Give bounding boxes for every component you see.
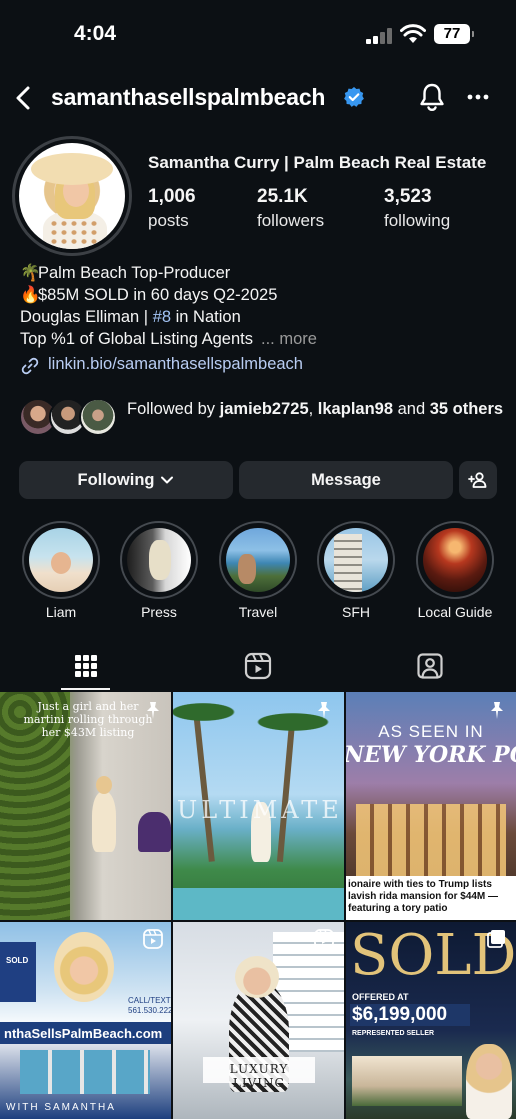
battery-indicator: 77	[434, 24, 474, 44]
suggested-users-button[interactable]	[459, 461, 497, 499]
post-caption: LUXURY LIVING	[229, 1062, 289, 1090]
post-caption: REPRESENTED SELLER	[352, 1030, 435, 1037]
highlight-local-guide[interactable]: Local Guide	[415, 521, 495, 620]
verified-icon	[344, 87, 364, 107]
highlight-sfh[interactable]: SFH	[316, 521, 396, 620]
reel-icon	[314, 929, 334, 949]
post-thumbnail[interactable]: Just a girl and her martini rolling thro…	[0, 692, 171, 920]
post-thumbnail[interactable]: AS SEEN IN NEW YORK POST ionaire with ti…	[346, 692, 516, 920]
status-bar: 4:04 77	[0, 0, 516, 70]
stat-posts[interactable]: 1,006 posts	[148, 186, 196, 231]
back-icon[interactable]	[12, 84, 36, 112]
display-name: Samantha Curry | Palm Beach Real Estate	[148, 153, 487, 172]
profile-tabs	[0, 645, 516, 691]
message-button-label: Message	[311, 470, 381, 489]
highlight-label: SFH	[342, 604, 370, 620]
signal-icon	[366, 28, 392, 44]
bell-icon[interactable]	[418, 82, 446, 112]
highlight-label: Local Guide	[417, 604, 493, 620]
post-caption: ionaire with ties to Trump lists lavish …	[348, 879, 499, 914]
post-thumbnail[interactable]: SOLD CALL/TEXT 561.530.2227 nthaSellsPal…	[0, 922, 171, 1119]
fire-emoji: 🔥	[20, 286, 41, 304]
post-caption: AS SEEN IN	[378, 722, 484, 741]
avatar	[79, 398, 117, 436]
post-thumbnail[interactable]: SOLD OFFERED AT $6,199,000 REPRESENTED S…	[346, 922, 516, 1119]
highlight-cover	[423, 528, 487, 592]
profile-username: samanthasellspalmbeach	[51, 84, 326, 110]
bio-line: Douglas Elliman | #8 in Nation	[20, 308, 241, 326]
post-caption: WITH SAMANTHA	[6, 1102, 116, 1113]
highlight-cover	[324, 528, 388, 592]
pin-icon	[147, 702, 159, 719]
post-caption: OFFERED AT	[352, 992, 409, 1002]
highlight-label: Press	[141, 604, 177, 620]
carousel-icon	[487, 930, 505, 948]
bio: 🌴Palm Beach Top-Producer 🔥$85M SOLD in 6…	[20, 262, 317, 350]
following-button-label: Following	[77, 470, 155, 489]
highlight-cover	[29, 528, 93, 592]
post-caption: nthaSellsPalmBeach.com	[4, 1026, 163, 1041]
stat-value: 1,006	[148, 186, 196, 207]
stat-following[interactable]: 3,523 following	[384, 186, 450, 231]
active-tab-indicator	[61, 688, 110, 690]
stat-label: following	[384, 211, 451, 230]
tagged-icon	[417, 653, 443, 679]
add-person-icon	[468, 472, 487, 488]
bio-line: 🔥$85M SOLD in 60 days Q2-2025	[20, 286, 278, 304]
highlight-label: Travel	[238, 604, 278, 620]
tab-tagged[interactable]	[405, 645, 455, 687]
following-button[interactable]: Following	[19, 461, 233, 499]
more-options-icon[interactable]	[466, 86, 490, 108]
highlight-cover	[127, 528, 191, 592]
stat-followers[interactable]: 25.1K followers	[257, 186, 324, 231]
highlight-travel[interactable]: Travel	[218, 521, 298, 620]
post-caption: $6,199,000	[352, 1004, 448, 1025]
profile-header: samanthasellspalmbeach	[0, 76, 516, 120]
reel-icon	[143, 929, 163, 949]
highlight-label: Liam	[45, 604, 77, 620]
message-button[interactable]: Message	[239, 461, 453, 499]
post-caption: CALL/TEXT 561.530.2227	[128, 996, 171, 1015]
bio-line: 🌴Palm Beach Top-Producer	[20, 264, 231, 282]
pin-icon	[318, 702, 330, 719]
post-thumbnail[interactable]: ULTIMATE	[173, 692, 344, 920]
reels-icon	[244, 652, 272, 680]
highlight-liam[interactable]: Liam	[21, 521, 101, 620]
tab-grid[interactable]	[61, 645, 111, 687]
highlight-press[interactable]: Press	[119, 521, 199, 620]
bio-link-text[interactable]: linkin.bio/samanthasellspalmbeach	[48, 355, 303, 374]
post-thumbnail[interactable]: LUXURY LIVING	[173, 922, 344, 1119]
post-caption: Just a girl and her martini rolling thro…	[23, 700, 153, 739]
link-icon	[21, 357, 39, 375]
stat-value: 25.1K	[257, 186, 308, 207]
grid-icon	[75, 655, 97, 677]
hashtag-link[interactable]: #8	[153, 308, 171, 326]
post-caption: NEW YORK POST	[346, 742, 516, 768]
bio-more-button[interactable]: ... more	[261, 330, 317, 348]
highlight-cover	[226, 528, 290, 592]
tab-reels[interactable]	[233, 645, 283, 687]
clock: 4:04	[74, 22, 117, 45]
avatar[interactable]	[19, 143, 125, 249]
mutual-followers-avatars[interactable]	[19, 398, 121, 438]
post-caption: ULTIMATE	[177, 796, 343, 824]
chevron-down-icon	[161, 476, 174, 484]
followed-by-text[interactable]: Followed by jamieb2725, lkaplan98 and 35…	[127, 398, 507, 420]
pin-icon	[491, 702, 503, 719]
stat-label: followers	[257, 211, 325, 230]
stat-label: posts	[148, 211, 189, 230]
bio-line: Top %1 of Global Listing Agents... more	[20, 330, 317, 348]
wifi-icon	[400, 24, 426, 43]
stat-value: 3,523	[384, 186, 432, 207]
posts-grid: Just a girl and her martini rolling thro…	[0, 692, 516, 1119]
post-caption: SOLD	[6, 956, 29, 965]
palm-tree-emoji: 🌴	[20, 264, 41, 282]
